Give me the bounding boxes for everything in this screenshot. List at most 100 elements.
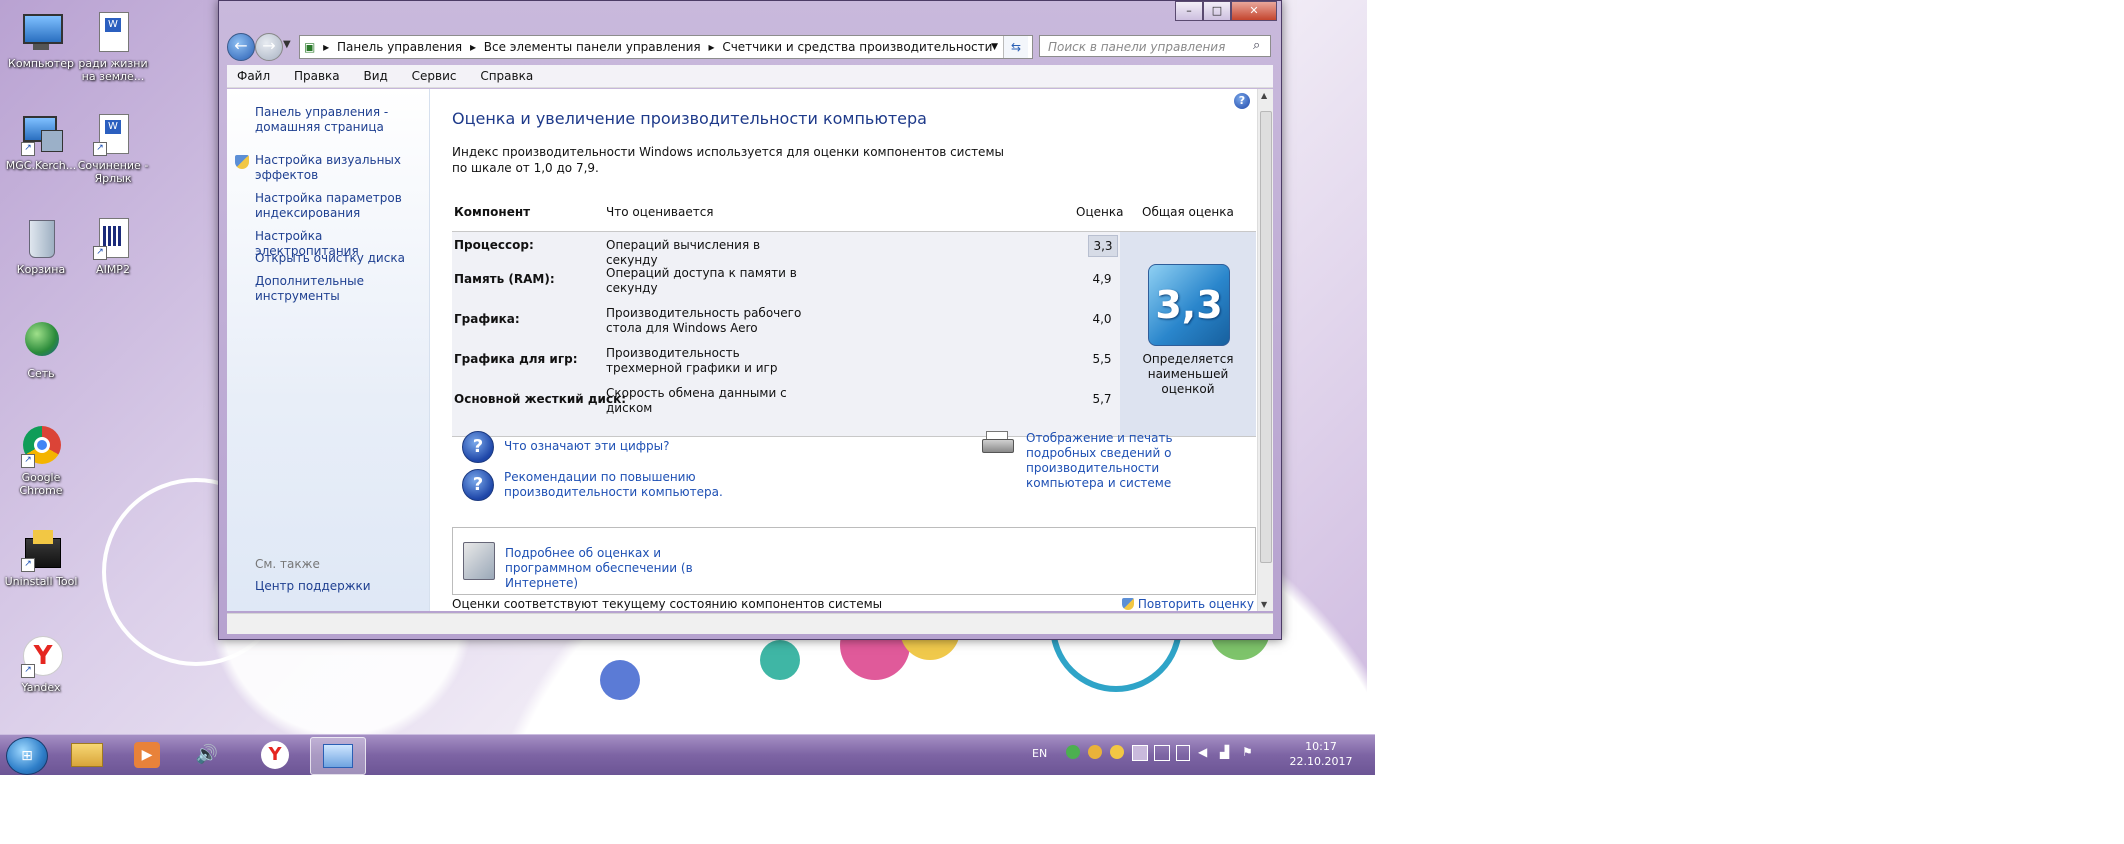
word-document-icon: W ↗ <box>91 112 135 156</box>
desktop-icon-uninstall-tool[interactable]: ↗ Uninstall Tool <box>0 528 82 588</box>
tray-app-icon[interactable] <box>1132 745 1148 761</box>
taskbar-control-panel[interactable] <box>310 737 366 775</box>
scroll-up-icon[interactable]: ▲ <box>1261 91 1267 100</box>
close-button[interactable]: ✕ <box>1231 1 1277 21</box>
breadcrumb-performance[interactable]: Счетчики и средства производительности <box>722 40 992 54</box>
recent-pages-dropdown[interactable]: ▼ <box>283 39 291 50</box>
usb-icon[interactable] <box>1176 745 1190 761</box>
clock-time: 10:17 <box>1305 740 1337 753</box>
security-icon[interactable] <box>1066 745 1080 759</box>
forward-button[interactable]: → <box>255 33 283 61</box>
tray-app-icon[interactable] <box>1154 745 1170 761</box>
shortcut-arrow-icon: ↗ <box>21 664 35 678</box>
desktop-icon-document[interactable]: W ради жизни на земле... <box>72 10 154 83</box>
refresh-icon[interactable]: ⇆ <box>1003 36 1028 58</box>
vertical-scrollbar[interactable]: ▲ ▼ <box>1257 89 1273 611</box>
shortcut-arrow-icon: ↗ <box>93 246 107 260</box>
word-document-icon: W <box>91 10 135 54</box>
sidebar-link-indexing[interactable]: Настройка параметров индексирования <box>255 191 415 221</box>
taskbar-media-player[interactable]: ▶ <box>120 737 174 773</box>
scroll-down-icon[interactable]: ▼ <box>1261 600 1267 609</box>
search-input[interactable]: Поиск в панели управления <box>1039 35 1271 57</box>
shortcut-arrow-icon: ↗ <box>93 142 107 156</box>
show-hidden-icons[interactable]: ◀ <box>1198 745 1207 759</box>
taskbar: ⊞ ▶ 🔊 Y EN ◀ ▟ ⚑ 10:17 22.10.2017 <box>0 734 1375 775</box>
sidebar-link-disk-cleanup[interactable]: Открыть очистку диска <box>255 251 425 266</box>
sidebar-link-advanced-tools[interactable]: Дополнительные инструменты <box>255 274 375 304</box>
clock[interactable]: 10:17 22.10.2017 <box>1286 739 1356 769</box>
breadcrumb-separator-icon: ▸ <box>708 40 715 54</box>
sidebar-link-visual-effects[interactable]: Настройка визуальных эффектов <box>255 153 415 183</box>
sidebar-link-action-center[interactable]: Центр поддержки <box>255 579 371 594</box>
address-dropdown-icon[interactable]: ▼ <box>991 36 998 58</box>
row-score: 4,9 <box>1092 272 1112 286</box>
taskbar-yandex[interactable]: Y <box>248 737 302 773</box>
address-bar[interactable]: ▣ ▸ Панель управления ▸ Все элементы пан… <box>299 35 1033 59</box>
yandex-icon: Y ↗ <box>19 634 63 678</box>
software-box-icon <box>463 542 495 580</box>
row-component: Основной жесткий диск: <box>454 392 627 406</box>
overall-score-panel: 3,3 Определяется наименьшей оценкой <box>1120 232 1256 436</box>
link-tips[interactable]: Рекомендации по повышению производительн… <box>504 470 744 500</box>
breadcrumb-control-panel[interactable]: Панель управления <box>337 40 462 54</box>
row-what: Операций доступа к памяти в секунду <box>606 266 797 295</box>
uninstall-tool-icon: ↗ <box>19 528 63 572</box>
footer-text: Оценки соответствуют текущему состоянию … <box>452 597 883 611</box>
taskbar-audio[interactable]: 🔊 <box>180 737 234 773</box>
tray-app-icon[interactable] <box>1088 745 1102 759</box>
printer-icon <box>982 431 1014 455</box>
menu-edit[interactable]: Правка <box>294 69 340 83</box>
overall-score-badge: 3,3 <box>1148 264 1230 346</box>
menu-file[interactable]: Файл <box>237 69 270 83</box>
menu-tools[interactable]: Сервис <box>412 69 457 83</box>
back-button[interactable]: ← <box>227 33 255 61</box>
start-button[interactable]: ⊞ <box>6 737 48 775</box>
link-more-info[interactable]: Подробнее об оценках и программном обесп… <box>505 546 745 591</box>
page-description: Индекс производительности Windows исполь… <box>452 145 1004 175</box>
desktop-icon-network-computer[interactable]: ↗ MGC.Kerch... <box>0 112 82 172</box>
menu-help[interactable]: Справка <box>480 69 533 83</box>
tray-app-icon[interactable] <box>1110 745 1124 759</box>
link-rerun[interactable]: Повторить оценку <box>1138 597 1254 611</box>
row-score: 5,7 <box>1092 392 1112 406</box>
desktop-icon-chrome[interactable]: ↗ Google Chrome <box>0 424 82 497</box>
desktop-icon-network[interactable]: Сеть <box>0 320 82 380</box>
header-what: Что оценивается <box>606 205 714 219</box>
desktop-icon-aimp[interactable]: ↗ AIMP2 <box>72 216 154 276</box>
row-what: Операций вычисления в секунду <box>606 238 761 267</box>
control-panel-window: – □ ✕ ← → ▼ ▣ ▸ Панель управления ▸ Все … <box>218 0 1282 640</box>
maximize-button[interactable]: □ <box>1203 1 1231 21</box>
network-computer-icon: ↗ <box>19 112 63 156</box>
header-score: Оценка <box>1076 205 1124 219</box>
help-icon[interactable]: ? <box>1234 93 1250 109</box>
sidebar-link-home[interactable]: Панель управления - домашняя страница <box>255 105 415 135</box>
question-icon: ? <box>462 469 494 501</box>
shortcut-arrow-icon: ↗ <box>21 558 35 572</box>
desktop-icon-yandex[interactable]: Y ↗ Yandex <box>0 634 82 694</box>
performance-icon <box>323 744 353 768</box>
desktop-icon-computer[interactable]: Компьютер <box>0 10 82 70</box>
row-what: Производительность трехмерной графики и … <box>606 346 778 375</box>
yandex-icon: Y <box>261 741 289 769</box>
link-what-numbers[interactable]: Что означают эти цифры? <box>504 439 670 454</box>
menu-view[interactable]: Вид <box>363 69 387 83</box>
scrollbar-thumb[interactable] <box>1260 111 1272 563</box>
overall-score-note: Определяется наименьшей оценкой <box>1142 352 1234 396</box>
breadcrumb-all-items[interactable]: Все элементы панели управления <box>484 40 701 54</box>
taskbar-explorer[interactable] <box>60 737 114 773</box>
desktop-icon-essay[interactable]: W ↗ Сочинение - Ярлык <box>72 112 154 185</box>
footer-status: Оценки соответствуют текущему состоянию … <box>452 597 1254 611</box>
network-icon[interactable]: ▟ <box>1220 745 1229 759</box>
action-center-flag-icon[interactable]: ⚑ <box>1242 745 1253 759</box>
link-print-details[interactable]: Отображение и печать подробных сведений … <box>1026 431 1236 491</box>
minimize-button[interactable]: – <box>1175 1 1203 21</box>
page-title: Оценка и увеличение производительности к… <box>452 109 927 128</box>
search-icon[interactable]: ⌕ <box>1253 38 1260 53</box>
row-component: Графика для игр: <box>454 352 578 366</box>
shield-icon <box>235 155 249 169</box>
control-panel-icon: ▣ <box>304 40 316 54</box>
language-indicator[interactable]: EN <box>1032 747 1047 760</box>
desktop-icon-recycle-bin[interactable]: Корзина <box>0 216 82 276</box>
question-icon: ? <box>462 431 494 463</box>
header-overall: Общая оценка <box>1142 205 1234 219</box>
